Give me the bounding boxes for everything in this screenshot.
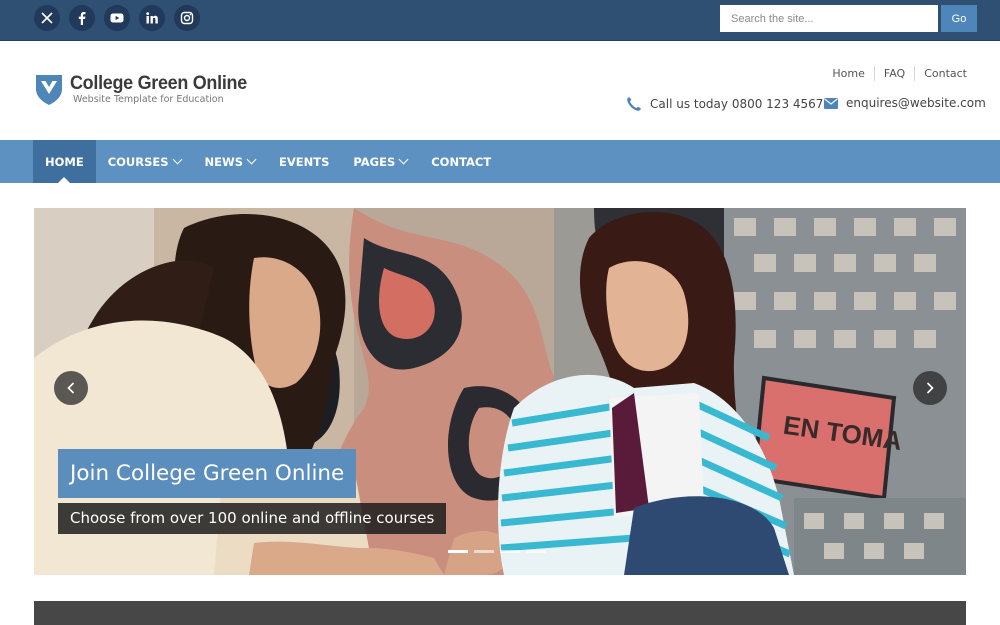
slider-pagination	[448, 550, 546, 553]
hero-caption-subtitle: Choose from over 100 online and offline …	[58, 503, 447, 534]
nav-item-label: NEWS	[204, 154, 243, 169]
main-navigation: HOME COURSES NEWS EVENTS PAGES CONTACT	[0, 140, 1000, 183]
chevron-down-icon	[172, 154, 182, 165]
logo-text: College Green Online Website Template fo…	[70, 72, 262, 106]
phone-info[interactable]: Call us today 0800 123 4567	[626, 96, 823, 112]
chevron-right-icon	[926, 382, 934, 394]
content-band	[34, 601, 966, 625]
nav-item-label: CONTACT	[431, 154, 492, 169]
header-link-contact[interactable]: Contact	[914, 66, 967, 81]
nav-item-events[interactable]: EVENTS	[267, 140, 341, 183]
site-search: Go	[720, 5, 977, 32]
slider-dot-2[interactable]	[474, 550, 494, 553]
nav-item-label: COURSES	[107, 154, 169, 169]
hero-slider[interactable]: EN TOMA Join College Green Online Choose…	[34, 208, 966, 575]
slider-dot-4[interactable]	[526, 550, 546, 553]
facebook-link[interactable]	[69, 5, 95, 31]
hero-caption-title: Join College Green Online	[58, 449, 357, 498]
nav-item-contact[interactable]: CONTACT	[419, 140, 503, 183]
facebook-icon	[78, 12, 86, 25]
logo-title: College Green Online	[70, 72, 247, 94]
top-bar: Go	[0, 0, 1000, 41]
nav-item-pages[interactable]: PAGES	[341, 140, 419, 183]
header-link-faq[interactable]: FAQ	[873, 66, 914, 81]
slider-prev-button[interactable]	[54, 371, 88, 405]
slider-dot-3[interactable]	[500, 550, 520, 553]
shield-logo-icon	[36, 75, 62, 105]
email-info[interactable]: enquires@website.com	[824, 96, 986, 110]
chevron-down-icon	[398, 154, 409, 165]
envelope-icon	[824, 97, 838, 109]
search-go-button[interactable]: Go	[941, 5, 977, 32]
nav-item-courses[interactable]: COURSES	[96, 140, 193, 183]
slider-next-button[interactable]	[913, 371, 947, 405]
header-link-home[interactable]: Home	[823, 66, 873, 81]
instagram-link[interactable]	[174, 5, 200, 31]
chevron-left-icon	[67, 382, 75, 394]
nav-item-label: PAGES	[353, 154, 396, 169]
x-link[interactable]	[34, 5, 60, 31]
email-text: enquires@website.com	[846, 96, 986, 110]
slider-dot-1[interactable]	[448, 550, 468, 553]
nav-item-news[interactable]: NEWS	[193, 140, 267, 183]
youtube-icon	[110, 13, 124, 23]
x-icon	[41, 12, 53, 24]
logo-tagline: Website Template for Education	[73, 94, 224, 105]
phone-icon	[627, 97, 641, 111]
linkedin-icon	[146, 12, 158, 24]
phone-text: Call us today 0800 123 4567	[650, 97, 824, 111]
header-links: Home FAQ Contact	[823, 66, 967, 81]
chevron-down-icon	[246, 154, 257, 165]
search-input[interactable]	[720, 5, 938, 32]
site-logo[interactable]: College Green Online Website Template fo…	[34, 72, 262, 106]
instagram-icon	[180, 11, 194, 25]
linkedin-link[interactable]	[139, 5, 165, 31]
social-links	[34, 5, 200, 31]
nav-item-home[interactable]: HOME	[33, 140, 96, 183]
youtube-link[interactable]	[104, 5, 130, 31]
nav-item-label: HOME	[45, 154, 84, 169]
nav-item-label: EVENTS	[279, 154, 330, 169]
